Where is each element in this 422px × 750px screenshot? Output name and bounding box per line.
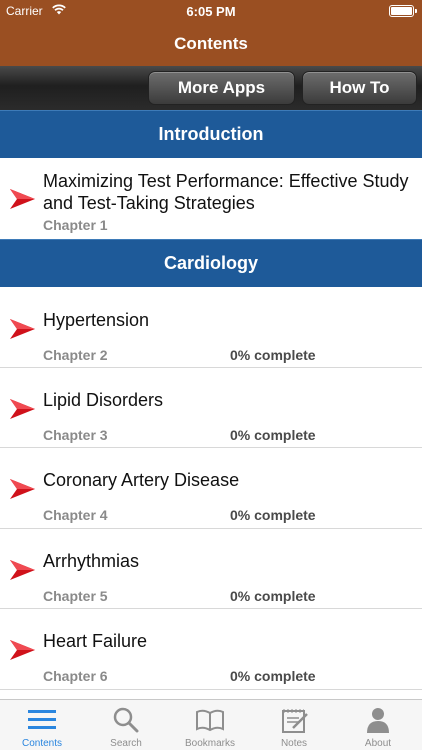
page-title: Contents: [174, 34, 248, 53]
tab-bookmarks[interactable]: Bookmarks: [168, 700, 252, 750]
tab-search[interactable]: Search: [84, 700, 168, 750]
chevron-right-icon: [10, 399, 35, 419]
chapter-number: Chapter 3: [43, 427, 108, 443]
chevron-right-icon: [10, 319, 35, 339]
chapter-title: Coronary Artery Disease: [43, 470, 240, 490]
chapter-title: Maximizing Test Performance: Effective S…: [43, 171, 409, 213]
tab-notes[interactable]: Notes: [252, 700, 336, 750]
chapter-number: Chapter 5: [43, 588, 108, 604]
tab-label: Search: [110, 738, 142, 749]
row-divider: [0, 689, 422, 690]
notepad-icon: [282, 709, 308, 733]
progress-label: 0% complete: [230, 588, 316, 604]
chapter-title: Lipid Disorders: [43, 390, 164, 410]
chapter-number: Chapter 1: [43, 217, 108, 233]
tab-bar: Contents Search Bookmarks Notes About: [0, 699, 422, 750]
chapter-row-5[interactable]: Arrhythmias Chapter 5 0% complete: [0, 529, 422, 609]
chapter-number: Chapter 2: [43, 347, 108, 363]
progress-label: 0% complete: [230, 347, 316, 363]
tab-contents[interactable]: Contents: [0, 700, 84, 750]
person-icon: [367, 708, 389, 733]
tab-label: About: [364, 738, 392, 749]
chapter-number: Chapter 4: [43, 507, 108, 523]
section-header-introduction: Introduction: [0, 110, 422, 158]
more-apps-button[interactable]: More Apps: [148, 71, 295, 105]
chapter-title: Heart Failure: [43, 631, 148, 651]
status-bar: Carrier 6:05 PM: [0, 0, 422, 22]
how-to-button[interactable]: How To: [302, 71, 417, 105]
chevron-right-icon: [10, 479, 35, 499]
progress-label: 0% complete: [230, 427, 316, 443]
chevron-right-icon: [10, 560, 35, 580]
progress-label: 0% complete: [230, 668, 316, 684]
tab-label: Contents: [21, 738, 63, 749]
chapter-row-3[interactable]: Lipid Disorders Chapter 3 0% complete: [0, 368, 422, 448]
chevron-right-icon: [10, 640, 35, 660]
tab-label: Notes: [280, 738, 308, 749]
tab-about[interactable]: About: [336, 700, 420, 750]
chapter-row-6[interactable]: Heart Failure Chapter 6 0% complete: [0, 609, 422, 690]
chapter-title: Arrhythmias: [43, 551, 140, 571]
tab-label: Bookmarks: [184, 738, 235, 749]
section-header-cardiology: Cardiology: [0, 239, 422, 287]
chapter-row-1[interactable]: Maximizing Test Performance: Effective S…: [0, 158, 422, 239]
navigation-bar: Carrier 6:05 PM Contents: [0, 0, 422, 66]
clock: 6:05 PM: [186, 4, 236, 19]
chapter-row-2[interactable]: Hypertension Chapter 2 0% complete: [0, 288, 422, 368]
chapter-row-4[interactable]: Coronary Artery Disease Chapter 4 0% com…: [0, 448, 422, 529]
book-icon: [196, 709, 224, 732]
list-icon: [28, 710, 56, 729]
toolbar: More Apps How To: [0, 66, 422, 110]
search-icon: [113, 707, 139, 733]
chevron-right-icon: [10, 189, 35, 209]
progress-label: 0% complete: [230, 507, 316, 523]
battery-icon: [389, 5, 417, 17]
chapter-number: Chapter 6: [43, 668, 108, 684]
chapter-title: Hypertension: [43, 310, 150, 330]
